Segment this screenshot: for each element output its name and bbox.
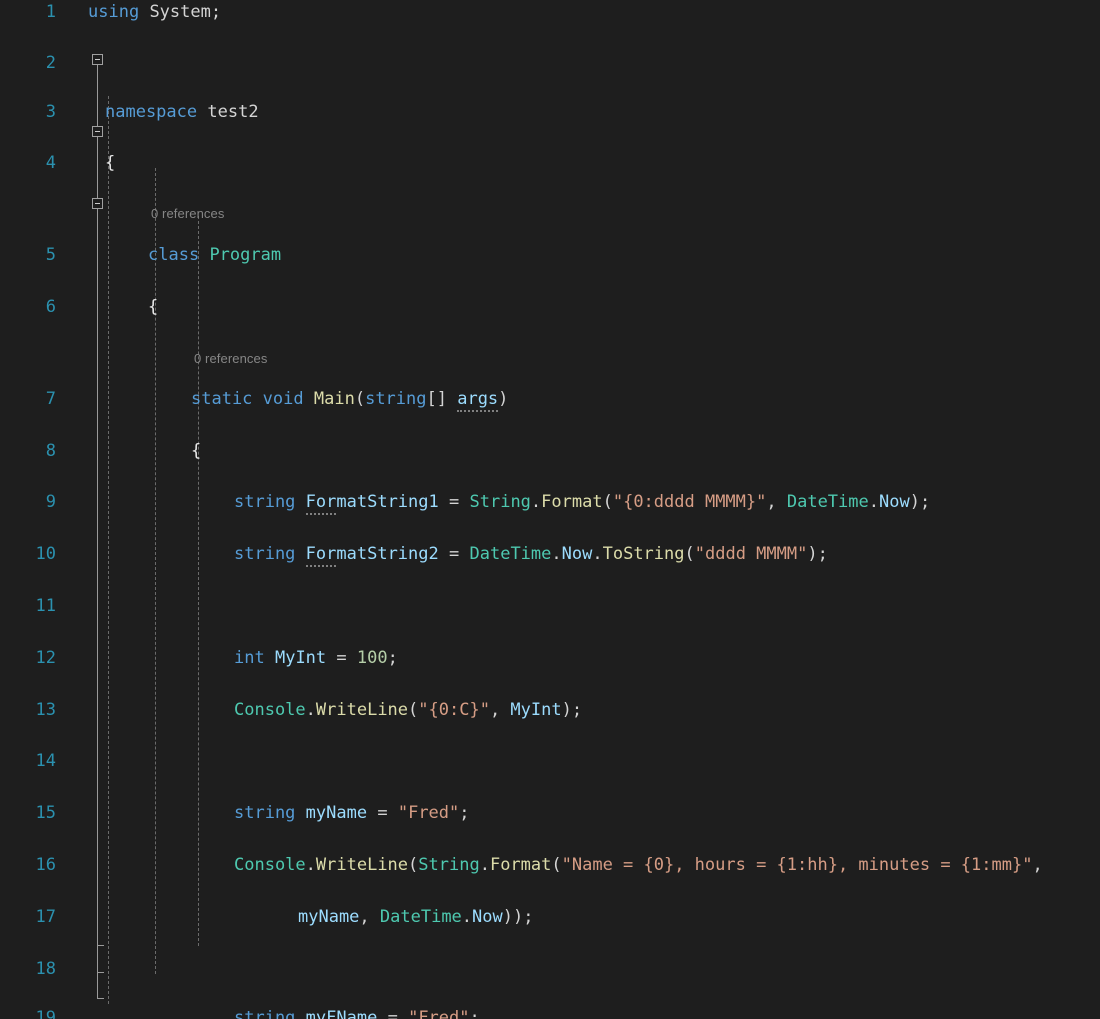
line-number: 14 — [0, 749, 56, 775]
line-number: 19 — [0, 1006, 56, 1019]
line-number: 12 — [0, 646, 56, 672]
line-content: string FormatString2 = DateTime.Now.ToSt… — [234, 542, 828, 568]
code-editor[interactable]: 1 using System; 2 3 namespace test2 4 { … — [0, 0, 1100, 1019]
code-line[interactable]: 1 using System; — [0, 0, 1100, 26]
code-line[interactable]: 13 Console.WriteLine("{0:C}", MyInt); — [0, 698, 1100, 724]
code-line[interactable]: 6 { — [0, 295, 1100, 321]
line-number: 13 — [0, 698, 56, 724]
code-line[interactable]: 3 namespace test2 — [0, 100, 1100, 126]
code-line[interactable]: 15 string myName = "Fred"; — [0, 801, 1100, 827]
line-number: 15 — [0, 801, 56, 827]
line-content: Console.WriteLine(String.Format("Name = … — [234, 853, 1043, 879]
line-content: { — [191, 439, 201, 465]
code-line[interactable]: 5 class Program — [0, 243, 1100, 269]
code-line[interactable]: 17 myName, DateTime.Now)); — [0, 905, 1100, 931]
line-number: 3 — [0, 100, 56, 126]
line-number: 2 — [0, 51, 56, 77]
codelens-row[interactable]: 0 references — [0, 348, 1100, 369]
line-content: int MyInt = 100; — [234, 646, 398, 672]
code-line[interactable]: 14 — [0, 749, 1100, 775]
line-number: 7 — [0, 387, 56, 413]
line-number: 17 — [0, 905, 56, 931]
line-content: string myFName = "Fred"; — [234, 1006, 480, 1019]
code-line[interactable]: 11 — [0, 594, 1100, 620]
code-line[interactable]: 16 Console.WriteLine(String.Format("Name… — [0, 853, 1100, 879]
line-number: 10 — [0, 542, 56, 568]
codelens-references-class[interactable]: 0 references — [151, 203, 224, 224]
line-content: class Program — [148, 243, 281, 269]
line-content: string myName = "Fred"; — [234, 801, 470, 827]
line-number: 1 — [0, 0, 56, 26]
line-number: 11 — [0, 594, 56, 620]
line-content: namespace test2 — [105, 100, 259, 126]
line-number: 5 — [0, 243, 56, 269]
code-line[interactable]: 4 { — [0, 151, 1100, 177]
line-content: using System; — [88, 0, 221, 26]
line-number: 4 — [0, 151, 56, 177]
line-number: 9 — [0, 490, 56, 516]
line-number: 6 — [0, 295, 56, 321]
line-number: 16 — [0, 853, 56, 879]
code-line[interactable]: 9 string FormatString1 = String.Format("… — [0, 490, 1100, 516]
fold-toggle-class[interactable] — [92, 126, 103, 137]
code-line[interactable]: 8 { — [0, 439, 1100, 465]
line-content: string FormatString1 = String.Format("{0… — [234, 490, 930, 516]
line-content: static void Main(string[] args) — [191, 387, 508, 413]
code-line[interactable]: 7 static void Main(string[] args) — [0, 387, 1100, 413]
line-content: myName, DateTime.Now)); — [298, 905, 533, 931]
codelens-references-main[interactable]: 0 references — [194, 348, 267, 369]
code-line[interactable]: 2 — [0, 51, 1100, 77]
code-line[interactable]: 10 string FormatString2 = DateTime.Now.T… — [0, 542, 1100, 568]
line-number: 18 — [0, 957, 56, 983]
code-line[interactable]: 18 — [0, 957, 1100, 983]
line-content: { — [105, 151, 115, 177]
line-number: 8 — [0, 439, 56, 465]
codelens-row[interactable]: 0 references — [0, 203, 1100, 224]
line-content: Console.WriteLine("{0:C}", MyInt); — [234, 698, 582, 724]
code-line[interactable]: 19 string myFName = "Fred"; — [0, 1006, 1100, 1019]
code-line[interactable]: 12 int MyInt = 100; — [0, 646, 1100, 672]
line-content: { — [148, 295, 158, 321]
